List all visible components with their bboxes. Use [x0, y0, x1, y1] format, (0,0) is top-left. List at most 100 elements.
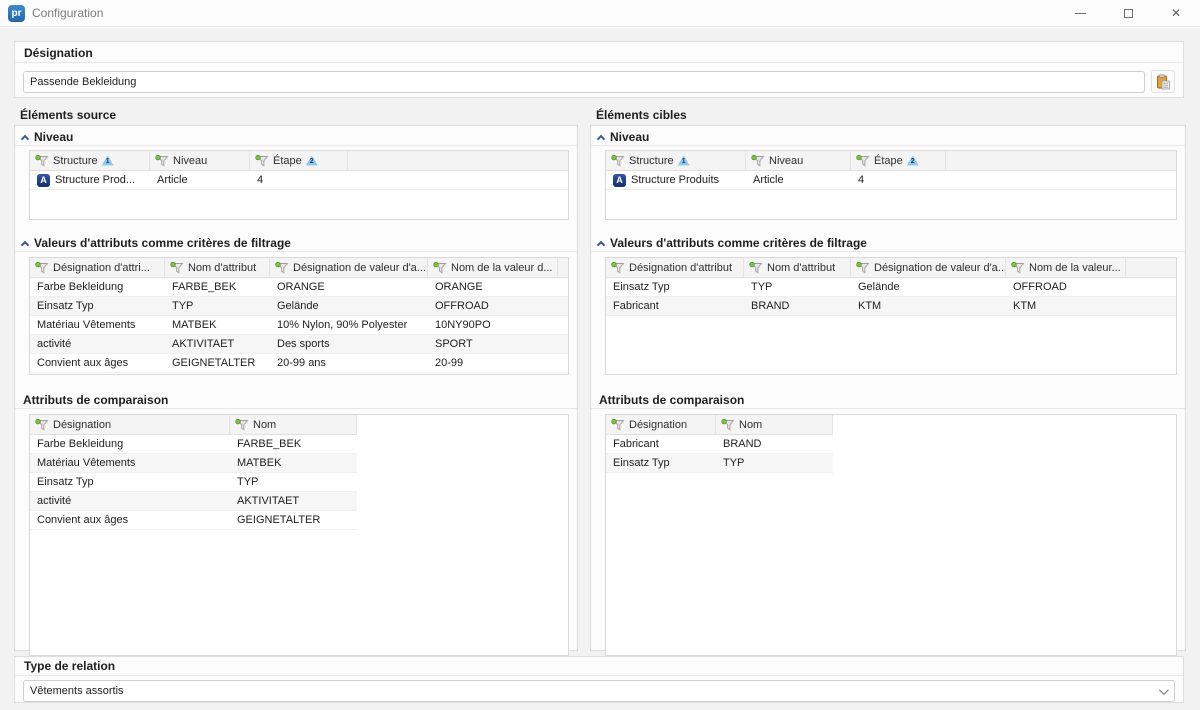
designation-label: Désignation: [15, 42, 1183, 63]
table-row[interactable]: Einsatz TypTYP: [606, 454, 833, 473]
filter-funnel-icon[interactable]: [155, 155, 169, 167]
table-row[interactable]: AStructure ProduitsArticle4: [606, 171, 1176, 190]
filter-funnel-icon[interactable]: [35, 155, 49, 167]
source-niveau-section-toggle[interactable]: Niveau: [15, 126, 577, 146]
filter-funnel-icon[interactable]: [255, 155, 269, 167]
filter-funnel-icon[interactable]: [611, 419, 625, 431]
maximize-icon: [1124, 9, 1133, 18]
maximize-button[interactable]: [1104, 0, 1152, 26]
source-comparison-table: Désignation Nom Farbe BekleidungFARBE_BE…: [29, 414, 569, 656]
table-row[interactable]: Einsatz TypTYP: [30, 473, 357, 492]
table-row[interactable]: FabricantBRANDKTMKTM: [606, 297, 1176, 316]
table-cell: MATBEK: [165, 316, 270, 334]
table-row[interactable]: FabricantBRAND: [606, 435, 833, 454]
filter-funnel-icon[interactable]: [751, 155, 765, 167]
source-comparison-section-header: Attributs de comparaison: [15, 389, 577, 409]
column-header-niveau[interactable]: Niveau: [746, 151, 851, 170]
column-header-value-designation[interactable]: Désignation de valeur d'a...: [851, 258, 1006, 277]
table-cell: KTM: [1006, 297, 1126, 315]
table-cell: 4: [250, 171, 348, 189]
article-structure-icon: A: [613, 174, 626, 187]
filter-funnel-icon[interactable]: [721, 419, 735, 431]
table-row[interactable]: Matériau VêtementsMATBEK: [30, 454, 357, 473]
table-cell: Matériau Vêtements: [30, 454, 230, 472]
table-row[interactable]: Farbe BekleidungFARBE_BEKORANGEORANGE: [30, 278, 568, 297]
column-header-label: Étape: [874, 155, 903, 167]
filter-funnel-icon[interactable]: [275, 262, 289, 274]
table-cell: Gelände: [851, 278, 1006, 296]
column-header-structure[interactable]: Structure 1: [30, 151, 150, 170]
column-header-designation[interactable]: Désignation: [606, 415, 716, 434]
column-header-attr-name[interactable]: Nom d'attribut: [744, 258, 851, 277]
table-cell: AKTIVITAET: [230, 492, 357, 510]
target-niveau-table: Structure 1 Niveau Étape 2 A Structure Pr…: [605, 150, 1177, 220]
column-header-label: Désignation de valeur d'a...: [293, 262, 426, 274]
table-cell: TYP: [744, 278, 851, 296]
filter-funnel-icon[interactable]: [235, 419, 249, 431]
table-row[interactable]: activitéAKTIVITAETDes sportsSPORT: [30, 335, 568, 354]
column-header-filler: [558, 258, 568, 277]
filter-funnel-icon[interactable]: [433, 262, 447, 274]
table-cell: SPORT: [428, 335, 558, 353]
table-cell: Einsatz Typ: [30, 297, 165, 315]
column-header-label: Structure: [53, 155, 98, 167]
table-cell: Gelände: [270, 297, 428, 315]
filter-funnel-icon[interactable]: [170, 262, 184, 274]
cell-text: Structure Produits: [631, 174, 719, 186]
column-header-value-name[interactable]: Nom de la valeur d...: [428, 258, 558, 277]
column-header-attr-designation[interactable]: Désignation d'attri...: [30, 258, 165, 277]
filter-funnel-icon[interactable]: [611, 262, 625, 274]
filter-funnel-icon[interactable]: [611, 155, 625, 167]
table-row[interactable]: Einsatz TypTYPGeländeOFFROAD: [30, 297, 568, 316]
filter-funnel-icon[interactable]: [749, 262, 763, 274]
filter-funnel-icon[interactable]: [35, 419, 49, 431]
paste-button[interactable]: [1151, 70, 1175, 93]
column-header-label: Nom d'attribut: [188, 262, 256, 274]
filter-funnel-icon[interactable]: [35, 262, 49, 274]
target-filters-section-toggle[interactable]: Valeurs d'attributs comme critères de fi…: [591, 232, 1185, 252]
table-row[interactable]: Convient aux âgesGEIGNETALTER: [30, 511, 357, 530]
window-title: Configuration: [32, 6, 103, 20]
column-header-name[interactable]: Nom: [716, 415, 833, 434]
column-header-filler: [348, 151, 568, 170]
relation-type-panel: Type de relation Vêtements assortis: [14, 656, 1184, 703]
minimize-button[interactable]: [1056, 0, 1104, 26]
table-cell: ORANGE: [270, 278, 428, 296]
table-cell: Einsatz Typ: [606, 278, 744, 296]
close-button[interactable]: ✕: [1152, 0, 1200, 26]
column-header-structure[interactable]: Structure 1: [606, 151, 746, 170]
column-header-label: Nom: [253, 419, 276, 431]
column-header-designation[interactable]: Désignation: [30, 415, 230, 434]
table-header-row: Désignation Nom: [606, 415, 833, 435]
column-header-value-name[interactable]: Nom de la valeur...: [1006, 258, 1126, 277]
table-row[interactable]: Matériau VêtementsMATBEK10% Nylon, 90% P…: [30, 316, 568, 335]
table-row[interactable]: AStructure Prod...Article4: [30, 171, 568, 190]
relation-type-select[interactable]: Vêtements assortis: [23, 680, 1175, 702]
table-cell: OFFROAD: [428, 297, 558, 315]
column-header-etape[interactable]: Étape 2: [851, 151, 946, 170]
target-niveau-section-toggle[interactable]: Niveau: [591, 126, 1185, 146]
table-row[interactable]: Convient aux âgesGEIGNETALTER20-99 ans20…: [30, 354, 568, 373]
designation-input[interactable]: [23, 71, 1145, 93]
filter-funnel-icon[interactable]: [1011, 262, 1025, 274]
filter-funnel-icon[interactable]: [856, 262, 870, 274]
column-header-attr-designation[interactable]: Désignation d'attribut: [606, 258, 744, 277]
table-row[interactable]: Farbe BekleidungFARBE_BEK: [30, 435, 357, 454]
column-header-etape[interactable]: Étape 2: [250, 151, 348, 170]
table-cell: Farbe Bekleidung: [30, 278, 165, 296]
column-header-niveau[interactable]: Niveau: [150, 151, 250, 170]
column-header-name[interactable]: Nom: [230, 415, 357, 434]
sort-order-icon: 2: [306, 156, 318, 166]
table-row[interactable]: Einsatz TypTYPGeländeOFFROAD: [606, 278, 1176, 297]
table-cell: Des sports: [270, 335, 428, 353]
source-filters-section-toggle[interactable]: Valeurs d'attributs comme critères de fi…: [15, 232, 577, 252]
table-cell: ORANGE: [428, 278, 558, 296]
column-header-attr-name[interactable]: Nom d'attribut: [165, 258, 270, 277]
filter-funnel-icon[interactable]: [856, 155, 870, 167]
section-title: Niveau: [34, 130, 73, 144]
table-cell: 10NY90PO: [428, 316, 558, 334]
table-cell: TYP: [165, 297, 270, 315]
target-filter-values-table: Désignation d'attribut Nom d'attribut Dé…: [605, 257, 1177, 375]
table-row[interactable]: activitéAKTIVITAET: [30, 492, 357, 511]
column-header-value-designation[interactable]: Désignation de valeur d'a...: [270, 258, 428, 277]
